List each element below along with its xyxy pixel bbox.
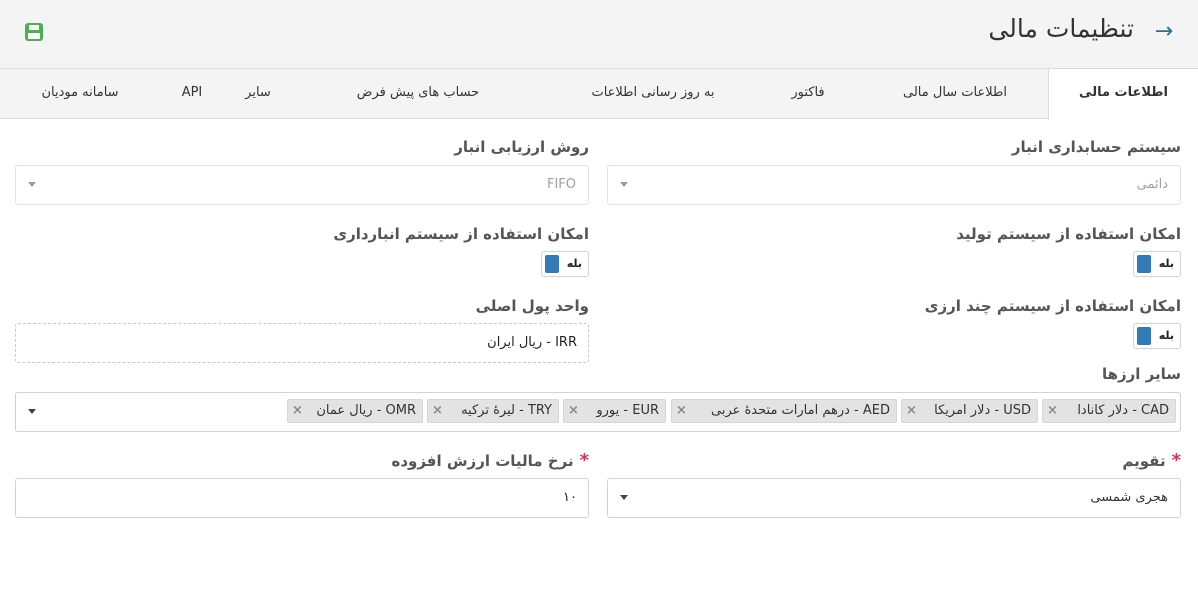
toggle-knob (1137, 255, 1151, 273)
toggle-knob (545, 255, 559, 273)
required-marker: * (1171, 450, 1181, 471)
currency-chip[interactable]: AED - درهم امارات متحدهٔ عربی × (671, 399, 897, 423)
tab-fiscal-year[interactable]: اطلاعات سال مالی (880, 69, 1030, 119)
tab-financial-info[interactable]: اطلاعات مالی (1048, 69, 1198, 120)
page-header: → تنظیمات مالی (0, 0, 1198, 69)
currency-chip-label: AED - درهم امارات متحدهٔ عربی (710, 403, 890, 418)
tab-default-accounts[interactable]: حساب های پیش فرض (338, 69, 498, 119)
warehouse-system-label: امکان استفاده از سیستم انبارداری (333, 225, 589, 243)
page-title: تنظیمات مالی (988, 14, 1134, 43)
inventory-valuation-value: FIFO (546, 177, 576, 192)
vat-rate-value: ۱۰ (563, 490, 577, 505)
close-icon[interactable]: × (568, 400, 579, 422)
vat-rate-label-text: نرخ مالیات ارزش افزوده (391, 452, 574, 470)
warehouse-system-toggle[interactable]: بله (541, 251, 589, 277)
tab-data-update[interactable]: به روز رسانی اطلاعات (578, 69, 728, 119)
calendar-value: هجری شمسی (1090, 490, 1168, 505)
other-currencies-label: سایر ارزها (1101, 365, 1181, 383)
currency-chip-label: EUR - یورو (596, 403, 659, 418)
base-currency-value: IRR - ریال ایران (487, 335, 577, 350)
tab-api[interactable]: API (172, 69, 212, 119)
production-system-label: امکان استفاده از سیستم تولید (956, 225, 1181, 243)
close-icon[interactable]: × (676, 400, 687, 422)
currency-chip[interactable]: TRY - لیرهٔ ترکیه × (427, 399, 559, 423)
currency-chip[interactable]: OMR - ریال عمان × (287, 399, 423, 423)
currency-chip[interactable]: EUR - یورو × (563, 399, 666, 423)
close-icon[interactable]: × (906, 400, 917, 422)
inventory-accounting-value: دائمی (1136, 177, 1168, 192)
toggle-label: بله (1158, 329, 1174, 342)
calendar-label-text: تقویم (1122, 452, 1166, 470)
inventory-accounting-select[interactable]: دائمی (607, 165, 1181, 205)
close-icon[interactable]: × (1047, 400, 1058, 422)
toggle-label: بله (1158, 257, 1174, 270)
base-currency-field: IRR - ریال ایران (15, 323, 589, 363)
tab-bar: اطلاعات مالی اطلاعات سال مالی فاکتور به … (0, 69, 1198, 120)
inventory-accounting-label: سیستم حسابداری انبار (1011, 138, 1181, 156)
currency-chip-label: TRY - لیرهٔ ترکیه (461, 403, 552, 418)
multi-currency-toggle[interactable]: بله (1133, 323, 1181, 349)
currency-chip-label: OMR - ریال عمان (316, 403, 416, 418)
tab-tax-system[interactable]: سامانه مودیان (25, 69, 135, 119)
inventory-valuation-select[interactable]: FIFO (15, 165, 589, 205)
chevron-down-icon (28, 409, 36, 414)
toggle-knob (1137, 327, 1151, 345)
inventory-valuation-label: روش ارزیابی انبار (454, 138, 589, 156)
base-currency-label: واحد پول اصلی (475, 297, 589, 315)
calendar-select[interactable]: هجری شمسی (607, 478, 1181, 518)
other-currencies-multiselect[interactable]: CAD - دلار کانادا × USD - دلار امریکا × … (15, 392, 1181, 432)
chevron-down-icon (620, 495, 628, 500)
tab-invoice[interactable]: فاکتور (768, 69, 848, 119)
toggle-label: بله (566, 257, 582, 270)
calendar-label: * تقویم (1122, 450, 1181, 471)
close-icon[interactable]: × (292, 400, 303, 422)
tab-other[interactable]: سایر (233, 69, 283, 119)
required-marker: * (579, 450, 589, 471)
vat-rate-label: * نرخ مالیات ارزش افزوده (391, 450, 589, 471)
chevron-down-icon (620, 182, 628, 187)
multi-currency-label: امکان استفاده از سیستم چند ارزی (924, 297, 1181, 315)
chevron-down-icon (28, 182, 36, 187)
arrow-right-icon[interactable]: → (1152, 19, 1176, 45)
vat-rate-input[interactable]: ۱۰ (15, 478, 589, 518)
currency-chip-label: CAD - دلار کانادا (1077, 403, 1169, 418)
production-system-toggle[interactable]: بله (1133, 251, 1181, 277)
close-icon[interactable]: × (432, 400, 443, 422)
currency-chip[interactable]: CAD - دلار کانادا × (1042, 399, 1176, 423)
save-icon[interactable] (24, 22, 44, 42)
currency-chip[interactable]: USD - دلار امریکا × (901, 399, 1038, 423)
currency-chip-label: USD - دلار امریکا (934, 403, 1031, 418)
